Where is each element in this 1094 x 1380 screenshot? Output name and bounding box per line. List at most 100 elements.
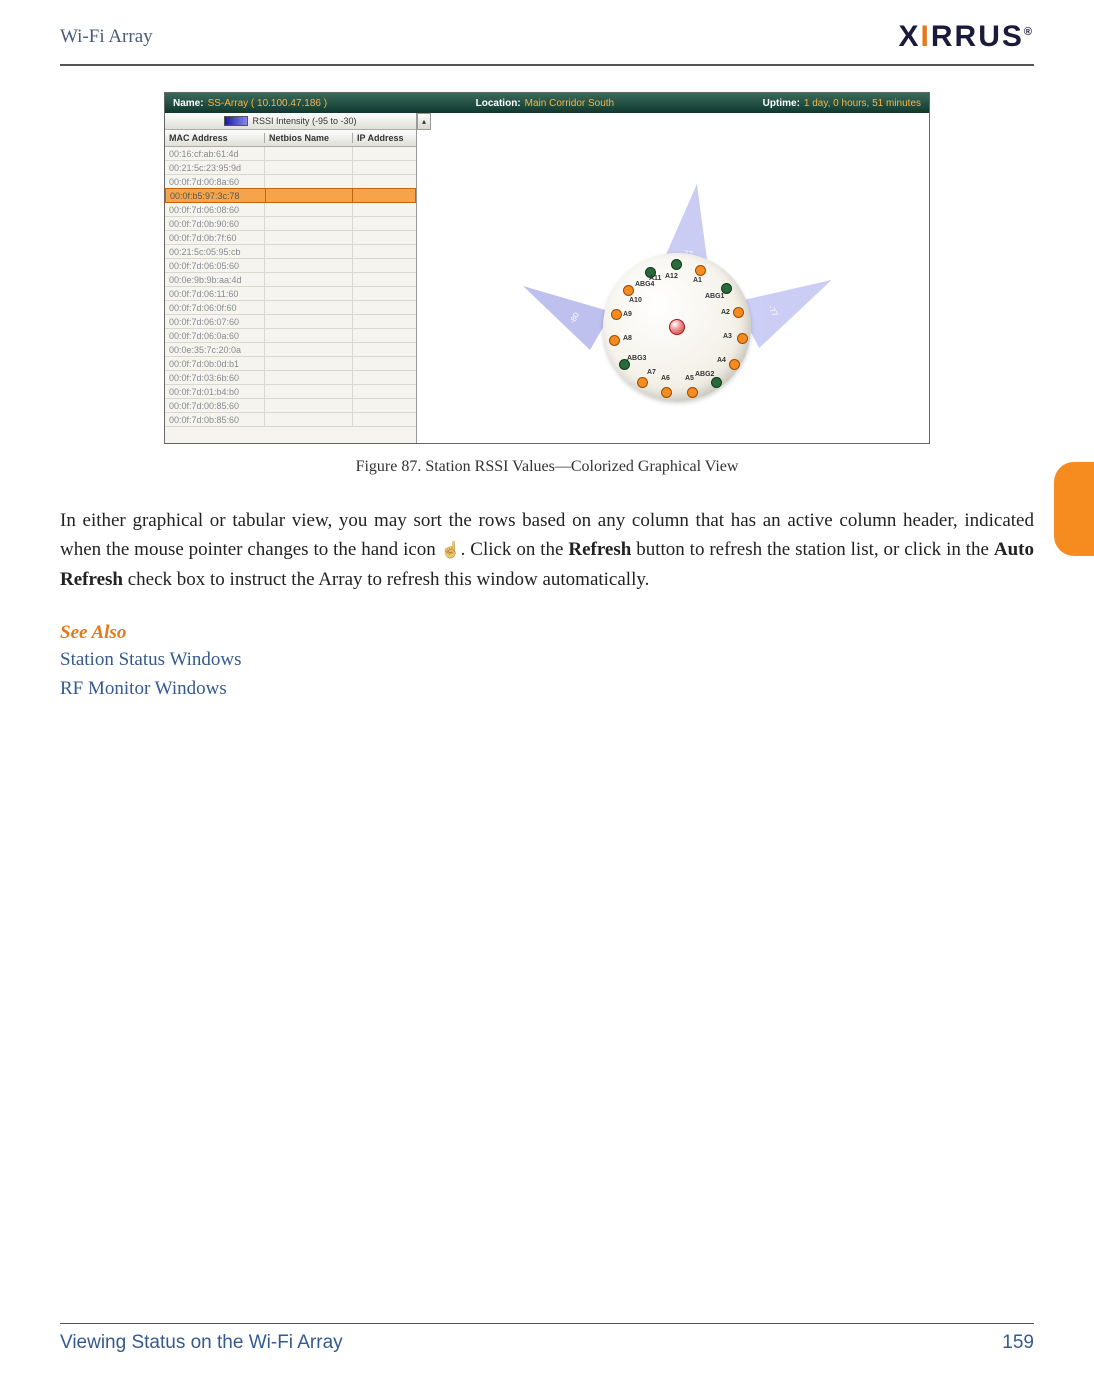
table-row[interactable]: 00:0f:7d:06:11:60 xyxy=(165,287,416,301)
cell-mac: 00:0f:7d:06:11:60 xyxy=(165,287,265,300)
cell-mac: 00:0f:7d:0b:90:60 xyxy=(165,217,265,230)
column-header-ip[interactable]: IP Address xyxy=(353,133,415,143)
cell-ip xyxy=(353,287,415,300)
cell-mac: 00:0f:7d:00:85:60 xyxy=(165,399,265,412)
ap-label: A3 xyxy=(723,333,732,340)
ap-a10[interactable] xyxy=(623,285,634,296)
table-row[interactable]: 00:21:5c:05:95:cb xyxy=(165,245,416,259)
cell-ip xyxy=(353,161,415,174)
ap-label: ABG4 xyxy=(635,281,654,288)
cell-mac: 00:0f:7d:0b:7f:60 xyxy=(165,231,265,244)
table-row[interactable]: 00:21:5c:23:95:9d xyxy=(165,161,416,175)
ap-label: A4 xyxy=(717,357,726,364)
ap-a6[interactable] xyxy=(661,387,672,398)
footer-section: Viewing Status on the Wi-Fi Array xyxy=(60,1332,343,1354)
array-diagram: A12 A1 ABG1 A2 A3 A4 ABG2 xyxy=(603,253,751,401)
cell-ip xyxy=(353,343,415,356)
ap-label: A9 xyxy=(623,311,632,318)
hand-cursor-icon: ☝ xyxy=(441,539,461,564)
name-label: Name: xyxy=(173,98,204,109)
app-titlebar: Name: SS-Array ( 10.100.47.186 ) Locatio… xyxy=(165,93,929,113)
cell-mac: 00:0f:7d:06:05:60 xyxy=(165,259,265,272)
cell-ip xyxy=(353,147,415,160)
table-row[interactable]: 00:0e:35:7c:20:0a xyxy=(165,343,416,357)
page-thumb-tab xyxy=(1054,462,1094,556)
cell-netbios xyxy=(265,217,353,230)
body-paragraph: In either graphical or tabular view, you… xyxy=(60,506,1034,594)
ap-label: A8 xyxy=(623,335,632,342)
ap-a7[interactable] xyxy=(637,377,648,388)
ap-label: ABG1 xyxy=(705,293,724,300)
cell-ip xyxy=(353,301,415,314)
rssi-value-left: -80 xyxy=(568,311,582,326)
app-window: Name: SS-Array ( 10.100.47.186 ) Locatio… xyxy=(164,92,930,444)
cell-ip xyxy=(353,189,415,202)
cell-netbios xyxy=(265,371,353,384)
cell-netbios xyxy=(265,245,353,258)
ap-label: A5 xyxy=(685,375,694,382)
table-row[interactable]: 00:0f:b5:97:3c:78 xyxy=(165,188,416,203)
see-also-heading: See Also xyxy=(60,622,1034,644)
table-row[interactable]: 00:0f:7d:0b:7f:60 xyxy=(165,231,416,245)
cell-netbios xyxy=(265,315,353,328)
cell-netbios xyxy=(265,301,353,314)
table-row[interactable]: 00:0f:7d:01:b4:b0 xyxy=(165,385,416,399)
table-row[interactable]: 00:0f:7d:06:05:60 xyxy=(165,259,416,273)
cell-ip xyxy=(353,315,415,328)
cell-netbios xyxy=(265,259,353,272)
cell-ip xyxy=(353,371,415,384)
table-row[interactable]: 00:0f:7d:00:8a:60 xyxy=(165,175,416,189)
cell-netbios xyxy=(265,385,353,398)
table-row[interactable]: 00:16:cf:ab:61:4d xyxy=(165,147,416,161)
see-also-link[interactable]: RF Monitor Windows xyxy=(60,675,1034,704)
ap-label: A10 xyxy=(629,297,642,304)
cell-netbios xyxy=(265,175,353,188)
uptime-label: Uptime: xyxy=(763,98,800,109)
ap-a1[interactable] xyxy=(695,265,706,276)
ap-a3[interactable] xyxy=(737,333,748,344)
ap-abg2[interactable] xyxy=(711,377,722,388)
ap-a4[interactable] xyxy=(729,359,740,370)
table-row[interactable]: 00:0f:7d:06:0a:60 xyxy=(165,329,416,343)
ap-a5[interactable] xyxy=(687,387,698,398)
table-row[interactable]: 00:0e:9b:9b:aa:4d xyxy=(165,273,416,287)
cell-ip xyxy=(353,329,415,342)
figure-caption: Figure 87. Station RSSI Values—Colorized… xyxy=(60,458,1034,476)
cell-ip xyxy=(353,259,415,272)
see-also-link[interactable]: Station Status Windows xyxy=(60,646,1034,675)
name-value: SS-Array ( 10.100.47.186 ) xyxy=(208,98,328,109)
cell-ip xyxy=(353,231,415,244)
ap-label: ABG2 xyxy=(695,371,714,378)
table-row[interactable]: 00:0f:7d:0b:90:60 xyxy=(165,217,416,231)
column-header-mac[interactable]: MAC Address xyxy=(165,133,265,143)
column-header-netbios[interactable]: Netbios Name xyxy=(265,133,353,143)
footer-divider xyxy=(60,1323,1034,1324)
body-text-span: . Click on the xyxy=(461,539,569,560)
cell-ip xyxy=(353,357,415,370)
cell-mac: 00:0f:7d:00:8a:60 xyxy=(165,175,265,188)
cell-ip xyxy=(353,413,415,426)
ap-label: A12 xyxy=(665,273,678,280)
table-row[interactable]: 00:0f:7d:03:6b:60 xyxy=(165,371,416,385)
cell-mac: 00:0f:7d:06:07:60 xyxy=(165,315,265,328)
cell-mac: 00:0f:7d:06:0a:60 xyxy=(165,329,265,342)
scroll-up-button[interactable]: ▴ xyxy=(417,113,431,130)
ap-a8[interactable] xyxy=(609,335,620,346)
table-row[interactable]: 00:0f:7d:00:85:60 xyxy=(165,399,416,413)
cell-mac: 00:0f:7d:06:0f:60 xyxy=(165,301,265,314)
table-row[interactable]: 00:0f:7d:06:07:60 xyxy=(165,315,416,329)
table-row[interactable]: 00:0f:7d:06:0f:60 xyxy=(165,301,416,315)
cell-mac: 00:0f:7d:0b:85:60 xyxy=(165,413,265,426)
table-row[interactable]: 00:0f:7d:06:08:60 xyxy=(165,203,416,217)
cell-mac: 00:0e:35:7c:20:0a xyxy=(165,343,265,356)
ap-a2[interactable] xyxy=(733,307,744,318)
table-row[interactable]: 00:0f:7d:0b:0d:b1 xyxy=(165,357,416,371)
ap-a9[interactable] xyxy=(611,309,622,320)
header-divider xyxy=(60,64,1034,66)
cell-ip xyxy=(353,217,415,230)
ap-a12[interactable] xyxy=(671,259,682,270)
table-row[interactable]: 00:0f:7d:0b:85:60 xyxy=(165,413,416,427)
body-text-span: check box to instruct the Array to refre… xyxy=(123,569,649,590)
array-canvas: -80 -77 -77 A12 A1 xyxy=(431,113,929,443)
cell-netbios xyxy=(265,273,353,286)
